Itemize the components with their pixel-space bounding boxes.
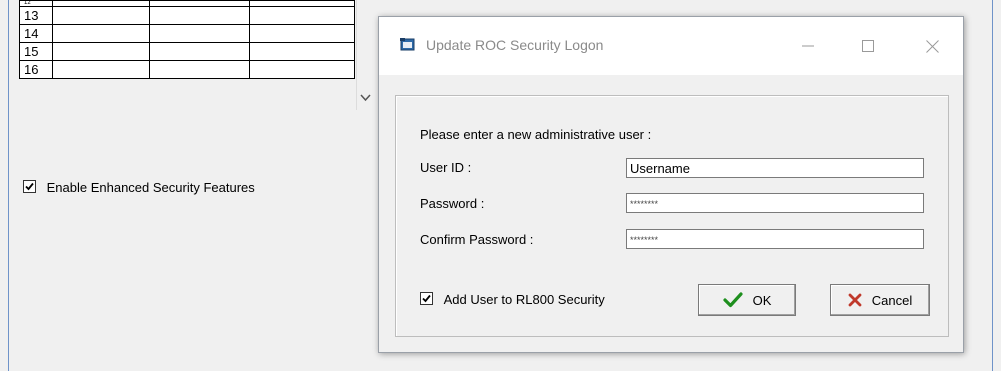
logon-groupbox: Please enter a new administrative user :… — [395, 95, 949, 337]
grid-cell[interactable] — [149, 6, 250, 25]
user-id-input[interactable]: Username — [626, 158, 924, 178]
grid-cell[interactable] — [52, 24, 151, 43]
confirm-password-label: Confirm Password : — [420, 232, 534, 247]
row-number: 16 — [18, 60, 54, 79]
table-row[interactable]: 14 — [18, 24, 356, 43]
user-id-label: User ID : — [420, 160, 472, 175]
app-icon — [400, 38, 416, 52]
enhanced-security-label: Enable Enhanced Security Features — [46, 180, 255, 195]
window-left-border — [8, 0, 9, 371]
row-number: 14 — [18, 24, 54, 43]
grid-cell[interactable] — [149, 42, 250, 61]
confirm-password-input[interactable]: ******** — [626, 229, 924, 249]
maximize-button[interactable] — [845, 31, 891, 61]
grid-cell[interactable] — [52, 6, 151, 25]
grid-cell[interactable] — [149, 60, 250, 79]
enhanced-security-checkbox[interactable] — [23, 180, 36, 193]
prompt-text: Please enter a new administrative user : — [420, 127, 652, 142]
grid-cell[interactable] — [149, 24, 250, 43]
check-icon — [722, 292, 743, 308]
enhanced-security-option[interactable]: Enable Enhanced Security Features — [23, 180, 255, 196]
add-rl800-option[interactable]: Add User to RL800 Security — [420, 292, 605, 307]
cancel-label: Cancel — [871, 292, 913, 308]
table-row[interactable]: 16 — [18, 60, 356, 79]
window-right-border — [992, 0, 993, 371]
table-row[interactable]: 15 — [18, 42, 356, 61]
grid-cell[interactable] — [248, 24, 356, 43]
grid-cell[interactable] — [248, 6, 356, 25]
security-grid: 12 13 14 15 16 — [18, 0, 356, 79]
ok-label: OK — [752, 292, 772, 308]
chevron-down-icon[interactable] — [360, 94, 372, 104]
update-security-dialog: Update ROC Security Logon Please enter a… — [378, 16, 964, 353]
close-button[interactable] — [909, 31, 955, 61]
password-label: Password : — [420, 196, 485, 211]
password-input[interactable]: ******** — [626, 193, 924, 213]
grid-cell[interactable] — [248, 60, 356, 79]
close-icon — [925, 39, 939, 53]
grid-cell[interactable] — [52, 60, 151, 79]
dialog-title: Update ROC Security Logon — [426, 37, 604, 53]
cancel-button[interactable]: Cancel — [830, 284, 930, 316]
row-number: 13 — [18, 6, 54, 25]
ok-button[interactable]: OK — [698, 284, 796, 316]
add-rl800-label: Add User to RL800 Security — [443, 292, 605, 307]
dialog-titlebar[interactable]: Update ROC Security Logon — [379, 17, 963, 75]
minimize-button[interactable] — [785, 31, 831, 61]
row-number: 15 — [18, 42, 54, 61]
x-icon — [848, 293, 862, 307]
grid-cell[interactable] — [52, 42, 151, 61]
grid-cell[interactable] — [248, 42, 356, 61]
add-rl800-checkbox[interactable] — [420, 292, 433, 305]
table-row[interactable]: 13 — [18, 6, 356, 25]
